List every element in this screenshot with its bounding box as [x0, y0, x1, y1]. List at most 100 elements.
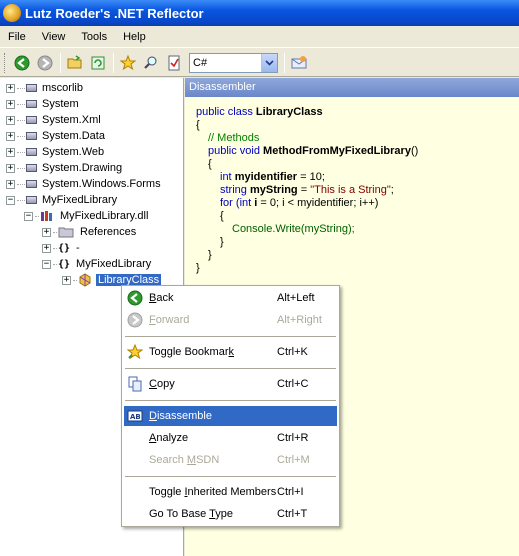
- search-button[interactable]: [140, 52, 162, 74]
- assembly-icon: [26, 180, 37, 188]
- assembly-icon: [26, 116, 37, 124]
- code-text: =: [297, 184, 311, 196]
- menu-item-analyze[interactable]: Analyze Ctrl+R: [124, 428, 337, 448]
- tree-item-references[interactable]: + References: [42, 224, 138, 240]
- tree-item-label: MyFixedLibrary.dll: [60, 210, 149, 222]
- menu-separator: [125, 336, 336, 337]
- inherited-icon: [127, 484, 143, 500]
- search-msdn-icon: [127, 452, 143, 468]
- expand-icon[interactable]: +: [6, 83, 15, 93]
- menu-tools[interactable]: Tools: [73, 27, 115, 47]
- module-icon: [41, 211, 52, 221]
- bookmark-button[interactable]: [117, 52, 139, 74]
- code-text: ;: [390, 184, 394, 196]
- menu-item-toggle-inherited-members[interactable]: Toggle Inherited Members Ctrl+I: [124, 482, 337, 502]
- code-line: int myidentifier = 10;: [196, 171, 418, 184]
- tree-item-system-data[interactable]: + System.Data: [6, 128, 107, 144]
- code-keyword[interactable]: (int: [236, 197, 254, 209]
- back-arrow-icon: [127, 290, 143, 306]
- chevron-down-icon: [265, 59, 274, 66]
- tree-item-system-drawing[interactable]: + System.Drawing: [6, 160, 124, 176]
- collapse-icon[interactable]: −: [6, 195, 15, 205]
- forward-button[interactable]: [34, 52, 56, 74]
- assembly-icon: [26, 84, 37, 92]
- menu-item-go-to-base-type[interactable]: Go To Base Type Ctrl+T: [124, 504, 337, 524]
- star-icon: [120, 54, 136, 70]
- menu-item-label: Analyze: [149, 432, 189, 444]
- menu-separator: [125, 476, 336, 477]
- tree-item-namespace-myfixedlibrary[interactable]: − {} MyFixedLibrary: [42, 256, 153, 272]
- code-view: public class LibraryClass { // Methods p…: [196, 106, 418, 275]
- open-button[interactable]: [64, 52, 86, 74]
- tree-item-myfixedlibrary-dll[interactable]: − MyFixedLibrary.dll: [24, 208, 150, 224]
- shortcut-label: Alt+Right: [277, 314, 322, 326]
- code-text: = 10;: [297, 171, 325, 183]
- code-method-name[interactable]: MethodFromMyFixedLibrary: [263, 145, 411, 157]
- expand-icon[interactable]: +: [6, 115, 15, 125]
- toolbar-separator: [113, 52, 114, 73]
- code-keyword[interactable]: string: [220, 184, 250, 196]
- toolbar-grip[interactable]: [4, 52, 7, 73]
- menu-file[interactable]: File: [0, 27, 34, 47]
- assembly-icon: [26, 100, 37, 108]
- menu-item-forward[interactable]: Forward Alt+Right: [124, 310, 337, 330]
- menu-item-disassemble[interactable]: AB Disassemble: [124, 406, 337, 426]
- menu-help[interactable]: Help: [115, 27, 154, 47]
- language-dropdown-button[interactable]: [261, 53, 277, 72]
- document-icon: [168, 55, 180, 70]
- title-bar: Lutz Roeder's .NET Reflector: [0, 0, 519, 26]
- tree-item-label: System.Drawing: [42, 162, 123, 174]
- forward-arrow-icon: [127, 312, 143, 328]
- code-identifier: myidentifier: [234, 171, 298, 183]
- code-type-name[interactable]: Console: [232, 223, 272, 235]
- back-button[interactable]: [11, 52, 33, 74]
- shortcut-label: Ctrl+T: [277, 508, 308, 520]
- menu-item-copy[interactable]: Copy Ctrl+C: [124, 374, 337, 394]
- assembly-icon: [26, 132, 37, 140]
- menu-item-search-msdn[interactable]: Search MSDN Ctrl+M: [124, 450, 337, 470]
- code-line: }: [196, 236, 418, 249]
- code-keyword: for: [220, 197, 236, 209]
- language-select[interactable]: C#: [189, 52, 278, 73]
- menu-view[interactable]: View: [34, 27, 74, 47]
- code-brace: {: [220, 210, 224, 222]
- tree-item-label: MyFixedLibrary: [42, 194, 118, 206]
- expand-icon[interactable]: +: [42, 243, 51, 253]
- expand-icon[interactable]: +: [6, 179, 15, 189]
- expand-icon[interactable]: +: [6, 163, 15, 173]
- tree-item-mscorlib[interactable]: + mscorlib: [6, 80, 85, 96]
- open-folder-icon: [67, 54, 82, 68]
- expand-icon[interactable]: +: [6, 147, 15, 157]
- tree-item-system-web[interactable]: + System.Web: [6, 144, 106, 160]
- context-menu: Back Alt+Left Forward Alt+Right Toggle B…: [121, 285, 340, 527]
- code-line: {: [196, 210, 418, 223]
- refresh-button[interactable]: [87, 52, 109, 74]
- tree-item-system-xml[interactable]: + System.Xml: [6, 112, 103, 128]
- code-text: = 0;: [257, 197, 283, 209]
- assembly-icon: [26, 148, 37, 156]
- menu-separator: [125, 400, 336, 401]
- tree-item-system-windows-forms[interactable]: + System.Windows.Forms: [6, 176, 163, 192]
- code-class-name[interactable]: LibraryClass: [256, 106, 323, 118]
- menu-item-back[interactable]: Back Alt+Left: [124, 288, 337, 308]
- tree-item-namespace-empty[interactable]: + {} -: [42, 240, 82, 256]
- tree-item-system[interactable]: + System: [6, 96, 81, 112]
- toolbar-separator: [60, 52, 61, 73]
- code-brace: }: [196, 262, 200, 274]
- expand-icon[interactable]: +: [6, 131, 15, 141]
- menu-item-label: Toggle Bookmark: [149, 346, 234, 358]
- back-arrow-icon: [14, 55, 30, 70]
- document-button[interactable]: [163, 52, 185, 74]
- collapse-icon[interactable]: −: [24, 211, 33, 221]
- expand-icon[interactable]: +: [42, 227, 51, 237]
- menu-item-label: Disassemble: [149, 410, 212, 422]
- tree-item-myfixedlibrary[interactable]: − MyFixedLibrary: [6, 192, 119, 208]
- collapse-icon[interactable]: −: [42, 259, 51, 269]
- menu-separator: [125, 368, 336, 369]
- menu-item-toggle-bookmark[interactable]: Toggle Bookmark Ctrl+K: [124, 342, 337, 362]
- mail-button[interactable]: [288, 52, 310, 74]
- expand-icon[interactable]: +: [62, 275, 71, 285]
- expand-icon[interactable]: +: [6, 99, 15, 109]
- namespace-icon: {}: [58, 258, 71, 270]
- code-keyword[interactable]: int: [220, 171, 235, 183]
